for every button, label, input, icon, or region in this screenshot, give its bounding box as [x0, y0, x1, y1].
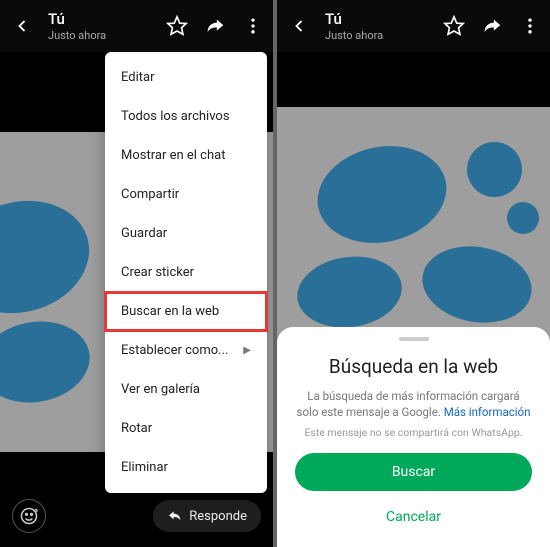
reply-button[interactable]: Responde — [153, 500, 261, 532]
timestamp: Justo ahora — [325, 29, 442, 42]
dropdown-menu: Editar Todos los archivos Mostrar en el … — [105, 52, 267, 493]
sheet-note: Este mensaje no se compartirá con WhatsA… — [295, 426, 532, 439]
menu-save[interactable]: Guardar — [105, 214, 267, 253]
star-icon[interactable] — [442, 14, 466, 38]
menu-show-chat[interactable]: Mostrar en el chat — [105, 136, 267, 175]
reply-label: Responde — [189, 509, 247, 524]
sheet-description: La búsqueda de más información cargará s… — [295, 388, 532, 420]
sender-name: Tú — [325, 10, 442, 28]
content-area: Búsqueda en la web La búsqueda de más in… — [277, 52, 550, 547]
back-button[interactable] — [285, 12, 313, 40]
more-icon[interactable] — [241, 14, 265, 38]
menu-delete[interactable]: Eliminar — [105, 448, 267, 487]
menu-set-as[interactable]: Establecer como...▶ — [105, 331, 267, 370]
more-info-link[interactable]: Más información — [444, 405, 531, 419]
forward-icon[interactable] — [480, 14, 504, 38]
menu-share[interactable]: Compartir — [105, 175, 267, 214]
sender-name: Tú — [48, 10, 165, 28]
menu-all-files[interactable]: Todos los archivos — [105, 97, 267, 136]
more-icon[interactable] — [518, 14, 542, 38]
search-button[interactable]: Buscar — [295, 453, 532, 491]
emoji-button[interactable] — [12, 499, 46, 533]
header: Tú Justo ahora — [277, 0, 550, 52]
menu-view-gallery[interactable]: Ver en galería — [105, 370, 267, 409]
sheet-handle[interactable] — [399, 337, 429, 341]
bottom-bar: Responde — [0, 499, 273, 533]
header-title: Tú Justo ahora — [48, 10, 165, 42]
menu-create-sticker[interactable]: Crear sticker — [105, 253, 267, 292]
menu-search-web[interactable]: Buscar en la web — [105, 292, 267, 331]
back-button[interactable] — [8, 12, 36, 40]
chevron-right-icon: ▶ — [243, 345, 251, 356]
menu-rotate[interactable]: Rotar — [105, 409, 267, 448]
phone-right: Tú Justo ahora — [277, 0, 550, 547]
timestamp: Justo ahora — [48, 29, 165, 42]
sheet-title: Búsqueda en la web — [295, 355, 532, 378]
forward-icon[interactable] — [203, 14, 227, 38]
header-title: Tú Justo ahora — [325, 10, 442, 42]
header: Tú Justo ahora — [0, 0, 273, 52]
star-icon[interactable] — [165, 14, 189, 38]
phone-left: Tú Justo ahora Editar — [0, 0, 273, 547]
menu-edit[interactable]: Editar — [105, 58, 267, 97]
cancel-button[interactable]: Cancelar — [295, 501, 532, 533]
bottom-sheet: Búsqueda en la web La búsqueda de más in… — [277, 327, 550, 547]
content-area: Editar Todos los archivos Mostrar en el … — [0, 52, 273, 547]
